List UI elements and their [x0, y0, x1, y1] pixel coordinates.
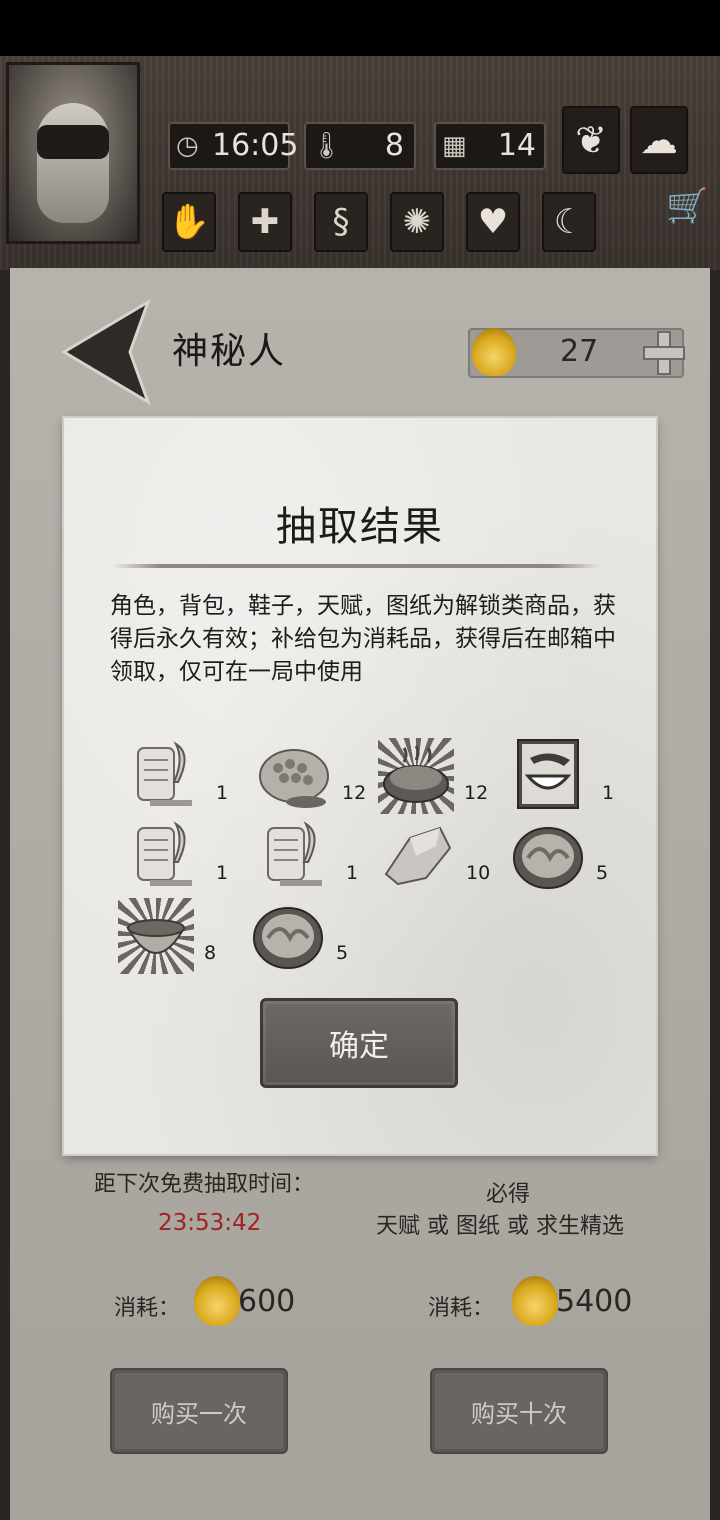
- add-coins-plus-icon[interactable]: [642, 330, 686, 376]
- system-status-bar: [0, 0, 720, 56]
- reward-count: 12: [464, 782, 489, 804]
- stomach-icon[interactable]: §: [314, 192, 368, 252]
- clock-icon: ◷: [176, 131, 199, 161]
- shell-coin-icon: [512, 1276, 558, 1326]
- buy-once-button[interactable]: 购买一次: [110, 1368, 288, 1454]
- soup-bowl-icon: [126, 919, 186, 954]
- cost-single: 600: [238, 1284, 296, 1319]
- guarantee-line-1: 必得: [486, 1182, 531, 1207]
- dialog-divider: [112, 564, 600, 568]
- hand-icon[interactable]: ✋: [162, 192, 216, 252]
- reward-item[interactable]: 1: [260, 818, 380, 898]
- shell-coin-icon: [472, 328, 516, 376]
- moon-star-icon[interactable]: ☾: [542, 192, 596, 252]
- reward-count: 10: [466, 862, 491, 884]
- draw-result-dialog: 抽取结果 角色，背包，鞋子，天赋，图纸为解锁类商品，获得后永久有效；补给包为消耗…: [64, 418, 656, 1154]
- reward-item[interactable]: 12: [256, 738, 376, 818]
- confirm-button[interactable]: 确定: [260, 998, 458, 1088]
- page-title: 神秘人: [172, 331, 287, 372]
- shell-coin-icon: [194, 1276, 240, 1326]
- reward-count: 5: [596, 862, 609, 884]
- calendar-icon: ▦: [442, 131, 467, 161]
- dialog-title: 抽取结果: [276, 504, 444, 550]
- clock-time: 16:05: [212, 128, 299, 163]
- coin-count: 27: [560, 334, 599, 369]
- portrait-mask: [37, 125, 109, 159]
- reward-item[interactable]: 12: [378, 738, 498, 818]
- scroll-quill-icon: [137, 821, 192, 886]
- mind-icon[interactable]: ✺: [390, 192, 444, 252]
- food-bowl-icon: [253, 907, 323, 969]
- day-stat: ▦ 14: [434, 122, 546, 170]
- temperature-stat: 🌡 8: [304, 122, 416, 170]
- dialog-description: 角色，背包，鞋子，天赋，图纸为解锁类商品，获得后永久有效；补给包为消耗品，获得后…: [110, 593, 616, 685]
- health-plus-icon[interactable]: ✚: [238, 192, 292, 252]
- scroll-quill-icon: [267, 821, 322, 886]
- food-bowl-icon: [513, 827, 583, 889]
- reward-item[interactable]: 10: [380, 818, 500, 898]
- reward-count: 1: [602, 782, 615, 804]
- free-draw-timer: 23:53:42: [158, 1210, 262, 1236]
- guarantee-line-2: 天赋 或 图纸 或 求生精选: [376, 1214, 624, 1239]
- reward-count: 1: [216, 782, 229, 804]
- reward-item[interactable]: 1: [130, 738, 250, 818]
- clock-stat: ◷ 16:05: [168, 122, 298, 170]
- reward-count: 5: [336, 942, 349, 964]
- cost-label-ten: 消耗：: [428, 1296, 495, 1321]
- reward-count: 8: [204, 942, 217, 964]
- character-portrait[interactable]: [6, 62, 140, 244]
- season-leaf-icon[interactable]: ❦: [562, 106, 620, 174]
- reward-count: 12: [342, 782, 367, 804]
- shop-cart-icon[interactable]: 🛒: [666, 186, 708, 226]
- stone-icon: [384, 826, 452, 886]
- day-value: 14: [497, 128, 536, 163]
- scroll-quill-icon: [137, 741, 192, 806]
- cost-ten: 5400: [556, 1284, 633, 1319]
- reward-item[interactable]: 5: [510, 818, 630, 898]
- heart-icon[interactable]: ♥: [466, 192, 520, 252]
- reward-item[interactable]: 8: [118, 898, 238, 978]
- rain-cloud-icon[interactable]: ☁: [630, 106, 688, 174]
- reward-count: 1: [216, 862, 229, 884]
- grilled-meat-icon: [383, 745, 449, 803]
- reward-item[interactable]: 1: [516, 738, 636, 818]
- reward-item[interactable]: 5: [250, 898, 370, 978]
- cost-label-single: 消耗：: [114, 1296, 181, 1321]
- back-arrow-icon[interactable]: [58, 298, 154, 408]
- buy-ten-button[interactable]: 购买十次: [430, 1368, 608, 1454]
- bowl-icon: [517, 739, 579, 809]
- honeycomb-icon: [259, 749, 329, 808]
- free-draw-label: 距下次免费抽取时间：: [94, 1172, 315, 1197]
- reward-item[interactable]: 1: [130, 818, 250, 898]
- portrait-face: [37, 103, 109, 223]
- temperature-value: 8: [384, 128, 404, 163]
- thermometer-icon: 🌡: [310, 131, 344, 161]
